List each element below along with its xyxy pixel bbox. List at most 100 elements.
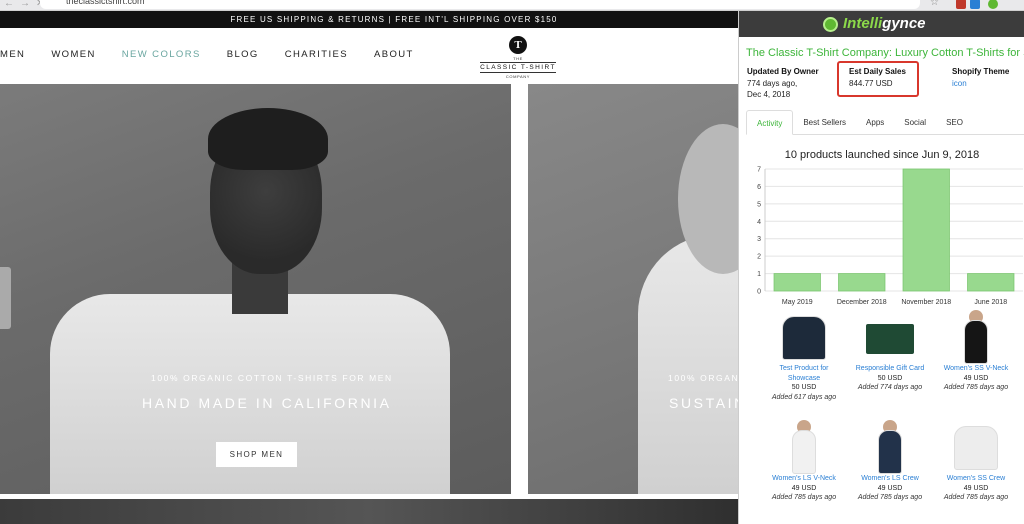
x-tick-label: December 2018 <box>837 299 887 306</box>
y-tick-label: 5 <box>757 201 761 208</box>
store-title[interactable]: The Classic T-Shirt Company: Luxury Cott… <box>746 47 1024 59</box>
y-tick-label: 1 <box>757 271 761 278</box>
y-tick-label: 6 <box>757 184 761 191</box>
product-card[interactable]: Women's LS V-Neck 49 USD Added 785 days ag… <box>764 420 844 503</box>
y-tick-label: 0 <box>757 289 761 296</box>
nav-item-women[interactable]: WOMEN <box>51 49 95 60</box>
product-card[interactable]: Women's LS Crew 49 USD Added 785 days ago <box>850 420 930 503</box>
x-tick-label: June 2018 <box>974 299 1007 306</box>
product-thumbnail <box>792 430 816 474</box>
updated-info: Updated By Owner 774 days ago, Dec 4, 20… <box>747 66 819 101</box>
tab-seo[interactable]: SEO <box>936 110 973 134</box>
website: FREE US SHIPPING & RETURNS | FREE INT'L … <box>0 11 738 524</box>
product-added: Added 785 days ago <box>857 494 923 501</box>
product-card[interactable]: Test Product for Showcase 50 USD Added 617… <box>764 310 844 402</box>
next-banner-preview <box>0 499 738 524</box>
product-added: Added 785 days ago <box>771 494 837 501</box>
main-nav: MEN WOMEN NEW COLORS BLOG CHARITIES ABOU… <box>0 49 440 60</box>
product-price: 49 USD <box>877 484 903 492</box>
chart-bar <box>773 273 821 292</box>
product-added: Added 617 days ago <box>771 393 837 401</box>
product-added: Added 785 days ago <box>943 384 1009 391</box>
browser-toolbar: ←→✕ theclassictshirt.com ☆ <box>0 0 1024 11</box>
product-added: Added 785 days ago <box>943 494 1009 501</box>
nav-item-blog[interactable]: BLOG <box>227 49 259 60</box>
intelligynce-logo-icon <box>823 17 838 32</box>
chart-bar <box>902 168 950 292</box>
product-image[interactable] <box>936 420 1016 470</box>
screen: ←→✕ theclassictshirt.com ☆ FREE US SHIPP… <box>0 0 1024 524</box>
product-name[interactable]: Test Product for Showcase <box>764 364 844 383</box>
y-tick-label: 3 <box>757 236 761 243</box>
tab-activity[interactable]: Activity <box>746 110 794 135</box>
product-name[interactable]: Responsible Gift Card <box>850 364 930 374</box>
theme-label: Shopify Theme <box>952 67 1010 76</box>
product-image[interactable] <box>850 420 930 474</box>
hero-title: HAND MADE IN CALIFORNIA <box>142 395 392 411</box>
shop-men-button[interactable]: SHOP MEN <box>216 442 297 467</box>
intelligynce-panel: Intelligynce The Classic T-Shirt Company… <box>738 11 1024 524</box>
y-tick-label: 2 <box>757 254 761 261</box>
extension-icon[interactable] <box>970 0 980 9</box>
nav-item-charities[interactable]: CHARITIES <box>285 49 348 60</box>
nav-item-about[interactable]: ABOUT <box>374 49 414 60</box>
product-launch-chart: 0 1 2 3 4 5 6 7 May 2019 December 2018 November 20… <box>757 167 1023 306</box>
x-tick-label: November 2018 <box>901 299 951 306</box>
theme-link[interactable]: icon <box>952 78 1009 90</box>
product-thumbnail <box>878 430 902 474</box>
bookmark-star-icon[interactable]: ☆ <box>930 0 940 8</box>
extension-icon[interactable] <box>988 0 998 9</box>
product-name[interactable]: Women's SS Crew <box>936 474 1016 484</box>
hero-subtitle: 100% ORGANIC COTTON T-SHIRTS FOR MEN <box>151 373 393 383</box>
logo-line3: COMPANY <box>505 74 531 79</box>
nav-item-men[interactable]: MEN <box>0 49 25 60</box>
product-added: Added 774 days ago <box>857 384 923 391</box>
highlight-box <box>837 61 919 97</box>
product-name[interactable]: Women's SS V-Neck <box>936 364 1016 374</box>
tab-apps[interactable]: Apps <box>856 110 894 134</box>
product-price: 49 USD <box>963 374 989 382</box>
address-bar[interactable]: theclassictshirt.com <box>40 0 920 9</box>
x-tick-label: May 2019 <box>782 299 813 306</box>
updated-date: Dec 4, 2018 <box>747 90 791 99</box>
hero-banner-men: 100% ORGANIC COTTON T-SHIRTS FOR MEN HAN… <box>0 84 511 494</box>
tab-best-sellers[interactable]: Best Sellers <box>793 110 856 134</box>
panel-header: Intelligynce <box>739 11 1024 37</box>
chart-bar <box>967 273 1015 292</box>
hero-subtitle: 100% ORGANIC <box>668 373 738 383</box>
side-feedback-tab[interactable] <box>0 267 11 329</box>
product-image[interactable] <box>936 310 1016 364</box>
product-card[interactable]: Women's SS V-Neck 49 USD Added 785 days ag… <box>936 310 1016 393</box>
product-price: 50 USD <box>791 384 817 391</box>
logo-line1: THE <box>513 56 523 61</box>
product-price: 50 USD <box>877 374 903 382</box>
hero-banner-women: 100% ORGANIC SUSTAIN <box>528 84 738 494</box>
y-tick-label: 4 <box>757 219 761 226</box>
product-image[interactable] <box>764 420 844 474</box>
product-thumbnail <box>782 316 826 360</box>
product-image[interactable] <box>764 310 844 360</box>
hero-title: SUSTAIN <box>669 395 738 411</box>
updated-value: 774 days ago, <box>747 78 798 88</box>
promo-bar: FREE US SHIPPING & RETURNS | FREE INT'L … <box>0 11 738 28</box>
logo-mark: T <box>509 36 527 54</box>
theme-info: Shopify Theme icon <box>952 66 1009 89</box>
product-name[interactable]: Women's LS Crew <box>850 474 930 484</box>
product-name[interactable]: Women's LS V-Neck <box>764 474 844 484</box>
site-logo[interactable]: T THE CLASSIC T-SHIRT COMPANY <box>480 36 556 79</box>
chart-bar <box>838 273 886 292</box>
chart-title: 10 products launched since Jun 9, 2018 <box>784 149 980 161</box>
product-card[interactable]: Responsible Gift Card 50 USD Added 774 day… <box>850 310 930 393</box>
product-image[interactable] <box>850 310 930 360</box>
product-thumbnail <box>964 320 988 364</box>
product-price: 49 USD <box>791 484 817 492</box>
tab-social[interactable]: Social <box>894 110 936 134</box>
product-thumbnail <box>954 426 998 470</box>
extension-icon[interactable] <box>956 0 966 9</box>
product-thumbnail <box>866 324 914 354</box>
updated-label: Updated By Owner <box>747 67 819 76</box>
site-header: MEN WOMEN NEW COLORS BLOG CHARITIES ABOU… <box>0 28 738 84</box>
product-card[interactable]: Women's SS Crew 49 USD Added 785 days ago <box>936 420 1016 503</box>
nav-item-new-colors[interactable]: NEW COLORS <box>122 49 201 60</box>
product-price: 49 USD <box>963 484 989 492</box>
